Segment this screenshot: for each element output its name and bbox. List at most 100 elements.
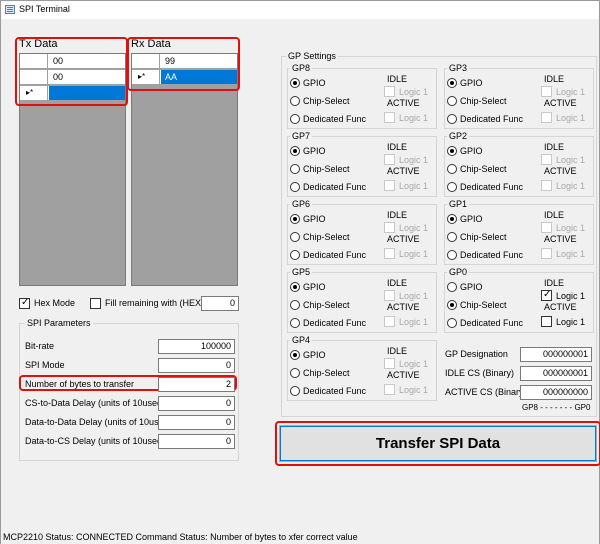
tx-highlight (15, 37, 128, 106)
gp-active-logic-label: Logic 1 (556, 317, 586, 327)
gp-mode-radio-cs[interactable] (447, 164, 457, 174)
gp-group-name: GP7 (290, 131, 313, 141)
gp-mode-radio-gpio[interactable] (447, 282, 457, 292)
gp-mode-radio-cs[interactable] (447, 96, 457, 106)
gp-group-name: GP0 (447, 267, 470, 277)
spi-param-input[interactable]: 0 (158, 358, 235, 373)
idle-cs-input[interactable]: 000000001 (520, 366, 592, 381)
gp-mode-label-cs: Chip-Select (303, 300, 350, 310)
gp-group-name: GP1 (447, 199, 470, 209)
gp-idle-logic-checkbox (384, 358, 395, 369)
gp-idle-logic-checkbox (384, 154, 395, 165)
gp-mode-radio-gpio[interactable] (290, 78, 300, 88)
gp-active-logic-label: Logic 1 (399, 181, 429, 191)
gp-mode-radio-func[interactable] (447, 182, 457, 192)
title-bar: SPI Terminal (1, 1, 599, 19)
gp-mode-radio-gpio[interactable] (290, 350, 300, 360)
gp-idle-logic-label: Logic 1 (399, 87, 429, 97)
gp-mode-radio-gpio[interactable] (290, 282, 300, 292)
gp-mode-radio-func[interactable] (290, 182, 300, 192)
gp-mode-label-gpio: GPIO (460, 78, 483, 88)
gp-active-logic-label: Logic 1 (399, 249, 429, 259)
fill-value-input[interactable]: 0 (201, 296, 239, 311)
hex-mode-checkbox[interactable] (19, 297, 30, 309)
gp-active-logic-checkbox (541, 248, 552, 259)
gp-idle-logic-label: Logic 1 (556, 155, 586, 165)
gp-mode-radio-gpio[interactable] (447, 78, 457, 88)
gp-mode-label-func: Dedicated Func (303, 318, 367, 328)
gp-mode-radio-func[interactable] (447, 318, 457, 328)
window-title: SPI Terminal (19, 4, 70, 14)
gp-mode-radio-func[interactable] (447, 114, 457, 124)
gp-mode-radio-func[interactable] (290, 386, 300, 396)
active-cs-input[interactable]: 000000000 (520, 385, 592, 400)
gp-active-label: ACTIVE (387, 302, 420, 312)
gp-range-label: GP8 - - - - - - - GP0 (522, 403, 591, 412)
gp-idle-logic-checkbox[interactable] (541, 289, 552, 301)
gp-mode-radio-cs[interactable] (290, 232, 300, 242)
gp-mode-radio-cs[interactable] (290, 96, 300, 106)
gp-designation-label: GP Designation (445, 349, 508, 359)
gp-active-logic-checkbox[interactable] (541, 316, 552, 327)
spi-param-input[interactable]: 0 (158, 415, 235, 430)
gp-mode-label-gpio: GPIO (303, 282, 326, 292)
gp-mode-radio-func[interactable] (447, 250, 457, 260)
gp-active-label: ACTIVE (387, 98, 420, 108)
gp-mode-radio-func[interactable] (290, 250, 300, 260)
gp-active-logic-label: Logic 1 (556, 181, 586, 191)
gp-mode-label-cs: Chip-Select (460, 164, 507, 174)
gp-idle-label: IDLE (544, 74, 565, 84)
gp-active-logic-label: Logic 1 (556, 113, 586, 123)
gp-active-logic-checkbox (384, 384, 395, 395)
gp-idle-logic-label: Logic 1 (399, 155, 429, 165)
status-text: MCP2210 Status: CONNECTED Command Status… (3, 532, 358, 542)
gp-mode-label-cs: Chip-Select (460, 232, 507, 242)
gp-mode-label-gpio: GPIO (303, 350, 326, 360)
gp-mode-radio-cs[interactable] (290, 300, 300, 310)
gp-mode-label-cs: Chip-Select (303, 164, 350, 174)
idle-cs-label: IDLE CS (Binary) (445, 368, 515, 378)
gp-active-label: ACTIVE (544, 234, 577, 244)
gp-idle-label: IDLE (387, 210, 408, 220)
gp-idle-logic-checkbox (541, 222, 552, 233)
gp-group-name: GP2 (447, 131, 470, 141)
spi-param-input[interactable]: 2 (158, 377, 235, 392)
gp-mode-radio-gpio[interactable] (447, 214, 457, 224)
gp-mode-radio-func[interactable] (290, 114, 300, 124)
gp-mode-label-cs: Chip-Select (460, 96, 507, 106)
spi-parameters-legend: SPI Parameters (25, 318, 93, 328)
gp-idle-label: IDLE (387, 278, 408, 288)
gp-active-logic-label: Logic 1 (556, 249, 586, 259)
spi-param-label: Data-to-CS Delay (units of 10usec) (25, 436, 165, 446)
gp-mode-label-cs: Chip-Select (303, 96, 350, 106)
gp-mode-radio-cs[interactable] (290, 164, 300, 174)
gp-mode-radio-gpio[interactable] (290, 146, 300, 156)
gp-active-logic-checkbox (384, 316, 395, 327)
spi-param-input[interactable]: 0 (158, 396, 235, 411)
gp-mode-radio-gpio[interactable] (447, 146, 457, 156)
gp-mode-label-gpio: GPIO (303, 214, 326, 224)
gp-mode-radio-cs[interactable] (290, 368, 300, 378)
spi-param-label: Data-to-Data Delay (units of 10usec) (25, 417, 172, 427)
gp-idle-label: IDLE (544, 142, 565, 152)
gp-designation-input[interactable]: 000000001 (520, 347, 592, 362)
gp-active-logic-checkbox (384, 248, 395, 259)
gp-active-label: ACTIVE (387, 370, 420, 380)
gp-active-logic-checkbox (384, 180, 395, 191)
gp-group-name: GP5 (290, 267, 313, 277)
spi-param-input[interactable]: 0 (158, 434, 235, 449)
gp-mode-radio-cs[interactable] (447, 232, 457, 242)
spi-param-input[interactable]: 100000 (158, 339, 235, 354)
gp-mode-radio-cs[interactable] (447, 300, 457, 310)
gp-idle-logic-checkbox (541, 86, 552, 97)
gp-mode-radio-func[interactable] (290, 318, 300, 328)
gp-mode-label-gpio: GPIO (460, 282, 483, 292)
gp-active-logic-label: Logic 1 (399, 113, 429, 123)
gp-idle-logic-label: Logic 1 (556, 223, 586, 233)
status-bar: MCP2210 Status: CONNECTED Command Status… (1, 529, 599, 544)
spi-terminal-window: SPI Terminal Tx Data 00 00 ▸* Rx Data 99 ▸*… (0, 0, 600, 544)
fill-remaining-checkbox[interactable] (90, 298, 101, 309)
gp-mode-label-func: Dedicated Func (460, 182, 524, 192)
gp-mode-radio-gpio[interactable] (290, 214, 300, 224)
gp-idle-logic-checkbox (384, 86, 395, 97)
